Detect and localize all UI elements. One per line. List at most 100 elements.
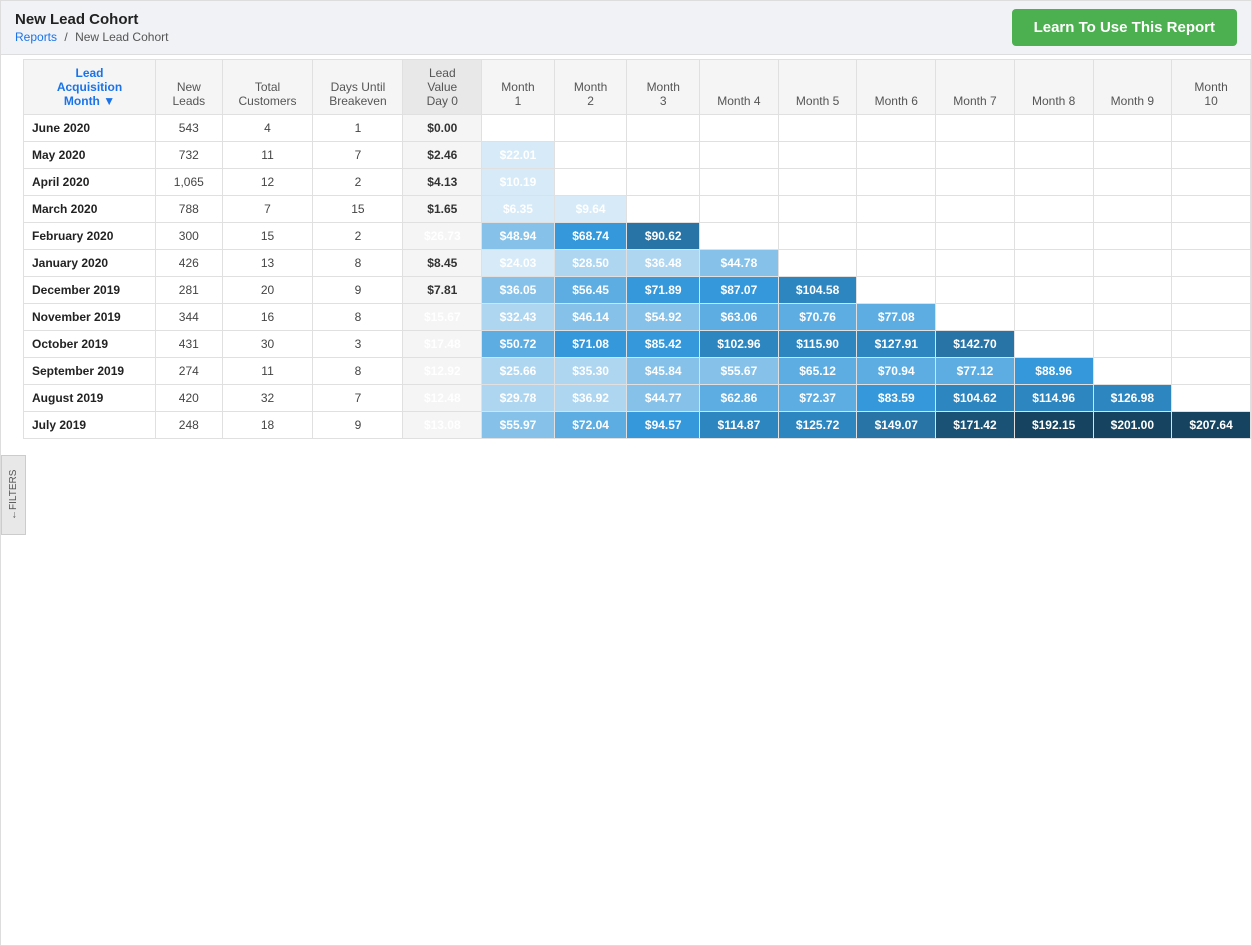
col-m10[interactable]: Month10 (1172, 60, 1251, 115)
cohort-cell[interactable] (1093, 250, 1172, 277)
cohort-cell[interactable] (857, 223, 936, 250)
cohort-cell[interactable] (1172, 223, 1251, 250)
cohort-cell[interactable]: $104.62 (936, 385, 1015, 412)
col-new-leads[interactable]: NewLeads (156, 60, 223, 115)
cohort-cell[interactable]: $22.01 (482, 142, 555, 169)
cohort-cell[interactable]: $25.66 (482, 358, 555, 385)
cohort-cell[interactable]: $70.94 (857, 358, 936, 385)
cohort-cell[interactable]: $72.37 (778, 385, 857, 412)
cohort-cell[interactable]: $77.12 (936, 358, 1015, 385)
cohort-cell[interactable] (1093, 115, 1172, 142)
cohort-cell[interactable] (1014, 277, 1093, 304)
cohort-cell[interactable] (1172, 331, 1251, 358)
cohort-cell[interactable] (1093, 196, 1172, 223)
cohort-cell[interactable]: $114.96 (1014, 385, 1093, 412)
cohort-cell[interactable]: $36.05 (482, 277, 555, 304)
col-m1[interactable]: Month1 (482, 60, 555, 115)
cohort-cell[interactable]: $88.96 (1014, 358, 1093, 385)
cohort-cell[interactable]: $65.12 (778, 358, 857, 385)
cohort-cell[interactable]: $56.45 (554, 277, 627, 304)
cohort-cell[interactable]: $70.76 (778, 304, 857, 331)
cohort-cell[interactable] (627, 142, 700, 169)
col-m4[interactable]: Month 4 (700, 60, 779, 115)
cohort-cell[interactable] (1172, 250, 1251, 277)
cohort-cell[interactable] (1014, 223, 1093, 250)
cohort-cell[interactable] (936, 169, 1015, 196)
cohort-cell[interactable]: $46.14 (554, 304, 627, 331)
cohort-cell[interactable] (1014, 196, 1093, 223)
cohort-cell[interactable] (1172, 358, 1251, 385)
cohort-cell[interactable] (778, 250, 857, 277)
cohort-cell[interactable]: $44.78 (700, 250, 779, 277)
cohort-cell[interactable] (857, 142, 936, 169)
cohort-cell[interactable]: $83.59 (857, 385, 936, 412)
cohort-cell[interactable] (857, 277, 936, 304)
col-total-customers[interactable]: TotalCustomers (222, 60, 313, 115)
cohort-cell[interactable] (778, 169, 857, 196)
cohort-cell[interactable]: $114.87 (700, 412, 779, 439)
cohort-cell[interactable]: $149.07 (857, 412, 936, 439)
cohort-cell[interactable]: $68.74 (554, 223, 627, 250)
col-m8[interactable]: Month 8 (1014, 60, 1093, 115)
cohort-cell[interactable]: $71.89 (627, 277, 700, 304)
cohort-cell[interactable]: $55.97 (482, 412, 555, 439)
cohort-cell[interactable] (857, 115, 936, 142)
cohort-cell[interactable] (1093, 304, 1172, 331)
cohort-cell[interactable] (700, 115, 779, 142)
col-m5[interactable]: Month 5 (778, 60, 857, 115)
cohort-cell[interactable]: $192.15 (1014, 412, 1093, 439)
cohort-cell[interactable]: $32.43 (482, 304, 555, 331)
cohort-cell[interactable]: $44.77 (627, 385, 700, 412)
cohort-cell[interactable]: $63.06 (700, 304, 779, 331)
cohort-cell[interactable] (936, 142, 1015, 169)
cohort-cell[interactable]: $127.91 (857, 331, 936, 358)
cohort-cell[interactable] (1093, 223, 1172, 250)
cohort-cell[interactable]: $48.94 (482, 223, 555, 250)
breadcrumb-parent[interactable]: Reports (15, 30, 57, 44)
cohort-cell[interactable] (1093, 142, 1172, 169)
cohort-cell[interactable]: $126.98 (1093, 385, 1172, 412)
cohort-cell[interactable]: $77.08 (857, 304, 936, 331)
cohort-cell[interactable] (1014, 115, 1093, 142)
cohort-cell[interactable] (778, 115, 857, 142)
cohort-cell[interactable]: $36.48 (627, 250, 700, 277)
cohort-cell[interactable] (554, 142, 627, 169)
cohort-cell[interactable]: $24.03 (482, 250, 555, 277)
cohort-cell[interactable] (482, 115, 555, 142)
cohort-cell[interactable]: $104.58 (778, 277, 857, 304)
cohort-cell[interactable]: $90.62 (627, 223, 700, 250)
cohort-cell[interactable] (936, 250, 1015, 277)
cohort-cell[interactable]: $201.00 (1093, 412, 1172, 439)
cohort-cell[interactable] (700, 169, 779, 196)
cohort-cell[interactable] (1093, 169, 1172, 196)
col-m9[interactable]: Month 9 (1093, 60, 1172, 115)
cohort-cell[interactable] (1093, 277, 1172, 304)
cohort-cell[interactable]: $35.30 (554, 358, 627, 385)
cohort-cell[interactable] (936, 304, 1015, 331)
cohort-cell[interactable] (700, 223, 779, 250)
cohort-cell[interactable] (857, 250, 936, 277)
cohort-cell[interactable]: $55.67 (700, 358, 779, 385)
learn-button[interactable]: Learn To Use This Report (1012, 9, 1237, 46)
filters-tab[interactable]: ← FILTERS (1, 455, 26, 535)
cohort-cell[interactable]: $94.57 (627, 412, 700, 439)
cohort-cell[interactable]: $9.64 (554, 196, 627, 223)
cohort-cell[interactable]: $85.42 (627, 331, 700, 358)
col-day0[interactable]: LeadValueDay 0 (403, 60, 482, 115)
cohort-cell[interactable] (1014, 304, 1093, 331)
cohort-cell[interactable]: $50.72 (482, 331, 555, 358)
cohort-cell[interactable] (1014, 250, 1093, 277)
col-days-until[interactable]: Days UntilBreakeven (313, 60, 403, 115)
cohort-cell[interactable] (778, 223, 857, 250)
cohort-cell[interactable]: $142.70 (936, 331, 1015, 358)
cohort-cell[interactable] (857, 169, 936, 196)
cohort-cell[interactable] (1014, 142, 1093, 169)
cohort-cell[interactable]: $102.96 (700, 331, 779, 358)
cohort-cell[interactable]: $54.92 (627, 304, 700, 331)
cohort-cell[interactable]: $62.86 (700, 385, 779, 412)
cohort-cell[interactable] (554, 169, 627, 196)
cohort-cell[interactable] (936, 277, 1015, 304)
cohort-cell[interactable] (1093, 331, 1172, 358)
cohort-cell[interactable] (627, 115, 700, 142)
col-m7[interactable]: Month 7 (936, 60, 1015, 115)
